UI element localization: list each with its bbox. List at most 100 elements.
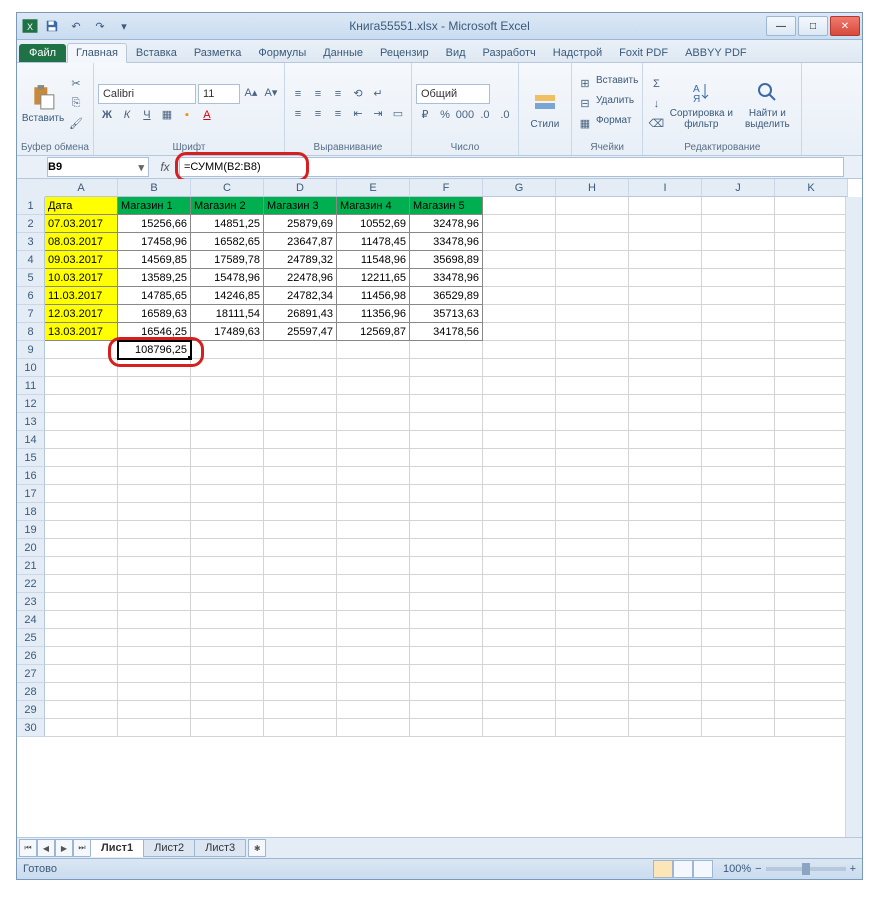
cell[interactable]	[702, 413, 775, 431]
fx-button[interactable]: fx	[155, 158, 175, 176]
cell[interactable]	[410, 539, 483, 557]
cell[interactable]	[483, 215, 556, 233]
cell[interactable]	[702, 485, 775, 503]
cell[interactable]	[775, 521, 848, 539]
cell[interactable]	[483, 413, 556, 431]
wrap-icon[interactable]: ↵	[369, 85, 387, 103]
data-cell[interactable]: 16582,65	[191, 233, 264, 251]
cell[interactable]	[483, 485, 556, 503]
cell[interactable]	[556, 431, 629, 449]
percent-icon[interactable]: %	[436, 106, 454, 124]
date-cell[interactable]: 08.03.2017	[45, 233, 118, 251]
cell[interactable]	[556, 395, 629, 413]
cell[interactable]	[556, 215, 629, 233]
qat-dropdown-icon[interactable]: ▾	[113, 15, 135, 37]
cell[interactable]	[118, 377, 191, 395]
data-cell[interactable]: 10552,69	[337, 215, 410, 233]
cell[interactable]	[410, 449, 483, 467]
cell[interactable]	[629, 323, 702, 341]
cell[interactable]	[410, 665, 483, 683]
cell[interactable]	[629, 557, 702, 575]
cell[interactable]	[702, 251, 775, 269]
tab-insert[interactable]: Вставка	[128, 44, 185, 62]
cell[interactable]	[410, 467, 483, 485]
cell[interactable]	[483, 593, 556, 611]
cell[interactable]	[775, 611, 848, 629]
cell[interactable]	[775, 701, 848, 719]
data-cell[interactable]: 14569,85	[118, 251, 191, 269]
cell[interactable]	[337, 467, 410, 485]
data-cell[interactable]: 22478,96	[264, 269, 337, 287]
header-cell[interactable]: Магазин 5	[410, 197, 483, 215]
cell[interactable]	[629, 719, 702, 737]
autosum-icon[interactable]: Σ	[647, 75, 665, 93]
cell[interactable]	[702, 467, 775, 485]
cell[interactable]	[191, 377, 264, 395]
cell[interactable]	[264, 377, 337, 395]
cell[interactable]	[45, 467, 118, 485]
cell[interactable]	[556, 323, 629, 341]
indent-dec-icon[interactable]: ⇤	[349, 105, 367, 123]
cell[interactable]	[45, 413, 118, 431]
indent-inc-icon[interactable]: ⇥	[369, 105, 387, 123]
cell[interactable]	[264, 575, 337, 593]
cell[interactable]	[483, 701, 556, 719]
tab-addins[interactable]: Надстрой	[545, 44, 610, 62]
cell[interactable]	[410, 611, 483, 629]
cell[interactable]	[702, 611, 775, 629]
cell[interactable]	[556, 251, 629, 269]
row-header[interactable]: 3	[17, 233, 45, 251]
row-header[interactable]: 6	[17, 287, 45, 305]
cell[interactable]	[775, 341, 848, 359]
cell[interactable]	[264, 503, 337, 521]
cell[interactable]	[702, 449, 775, 467]
cell[interactable]	[45, 395, 118, 413]
cell[interactable]	[45, 377, 118, 395]
cell[interactable]	[483, 341, 556, 359]
clear-icon[interactable]: ⌫	[647, 115, 665, 133]
styles-button[interactable]: Стили	[523, 87, 567, 132]
cell[interactable]	[483, 557, 556, 575]
cell[interactable]	[775, 323, 848, 341]
column-header[interactable]: G	[483, 179, 556, 197]
view-normal-icon[interactable]	[653, 860, 673, 878]
cell[interactable]	[629, 593, 702, 611]
column-header[interactable]: H	[556, 179, 629, 197]
cell[interactable]	[483, 377, 556, 395]
cell[interactable]	[775, 197, 848, 215]
cell[interactable]	[629, 665, 702, 683]
cell[interactable]	[264, 665, 337, 683]
data-cell[interactable]: 34178,56	[410, 323, 483, 341]
cell[interactable]	[118, 575, 191, 593]
cell[interactable]	[775, 287, 848, 305]
cell[interactable]	[45, 503, 118, 521]
cell[interactable]	[629, 305, 702, 323]
cell[interactable]	[702, 305, 775, 323]
row-header[interactable]: 14	[17, 431, 45, 449]
data-cell[interactable]: 17589,78	[191, 251, 264, 269]
cell[interactable]	[483, 575, 556, 593]
cell[interactable]	[45, 665, 118, 683]
cell[interactable]	[629, 395, 702, 413]
cell[interactable]	[410, 593, 483, 611]
row-header[interactable]: 21	[17, 557, 45, 575]
cell[interactable]	[775, 305, 848, 323]
cell[interactable]	[337, 557, 410, 575]
cell[interactable]	[410, 701, 483, 719]
font-name-combo[interactable]: Calibri	[98, 84, 196, 104]
header-cell[interactable]: Магазин 3	[264, 197, 337, 215]
data-cell[interactable]: 35698,89	[410, 251, 483, 269]
cell[interactable]	[702, 719, 775, 737]
cell[interactable]	[483, 665, 556, 683]
row-header[interactable]: 13	[17, 413, 45, 431]
align-left-icon[interactable]: ≡	[289, 105, 307, 123]
cell[interactable]	[629, 287, 702, 305]
zoom-out-icon[interactable]: −	[755, 863, 761, 875]
cell[interactable]	[775, 485, 848, 503]
cell[interactable]	[483, 251, 556, 269]
cell[interactable]	[702, 647, 775, 665]
cell[interactable]	[410, 575, 483, 593]
cell[interactable]	[118, 467, 191, 485]
data-cell[interactable]: 14246,85	[191, 287, 264, 305]
cell[interactable]	[702, 539, 775, 557]
